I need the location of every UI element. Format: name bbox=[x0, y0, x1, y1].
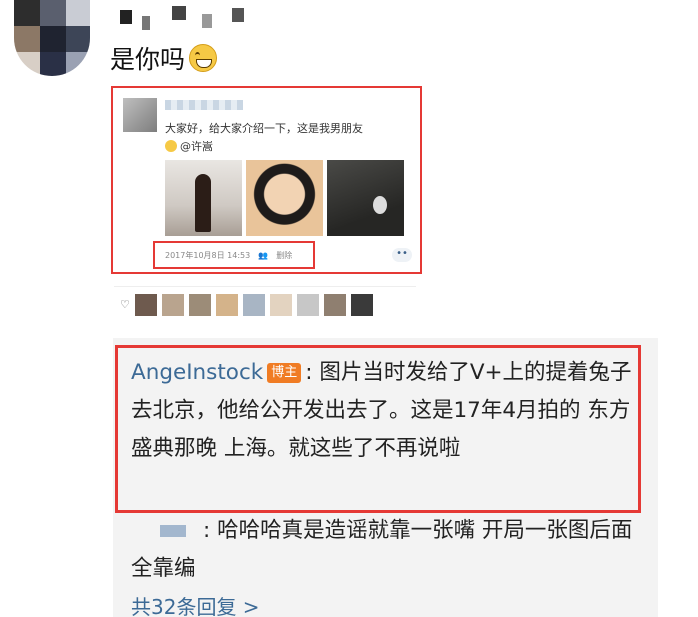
like-avatar bbox=[134, 293, 157, 316]
post-photo bbox=[246, 160, 323, 236]
embedded-post-screenshot[interactable]: 大家好，给大家介绍一下，这是我男朋友 @许嵩 2017年10月8日 14:53 … bbox=[111, 86, 422, 274]
post-timestamp: 2017年10月8日 14:53 bbox=[165, 250, 251, 260]
like-avatar bbox=[188, 293, 211, 316]
like-avatar bbox=[350, 293, 373, 316]
reply-blogger[interactable]: AngeInstock 博主: 图片当时发给了V+上的提着兔子去北京，他给公开发出… bbox=[131, 354, 636, 468]
like-avatar bbox=[323, 293, 346, 316]
like-avatar bbox=[161, 293, 184, 316]
like-avatar bbox=[215, 293, 238, 316]
grinning-face-icon bbox=[189, 44, 218, 72]
heart-icon: ♡ bbox=[120, 298, 130, 311]
post-mention: @许嵩 bbox=[180, 140, 213, 153]
post-photo bbox=[165, 160, 242, 236]
post-author-name-redacted bbox=[165, 100, 243, 110]
blogger-badge: 博主 bbox=[267, 363, 302, 383]
reply-body: : 哈哈哈真是造谣就靠一张嘴 开局一张图后面全靠编 bbox=[131, 518, 633, 581]
visibility-icon: 👥 bbox=[258, 250, 269, 260]
comment-text-row: 是你吗 bbox=[110, 40, 218, 76]
more-replies-link[interactable]: 共32条回复 > bbox=[131, 591, 260, 617]
post-delete-link: 删除 bbox=[276, 250, 293, 260]
post-mention-row: @许嵩 bbox=[165, 138, 213, 154]
post-more-button: •• bbox=[392, 248, 412, 262]
post-text: 大家好，给大家介绍一下，这是我男朋友 bbox=[165, 122, 363, 135]
post-photo bbox=[327, 160, 404, 236]
more-replies-label: 共32条回复 > bbox=[131, 595, 260, 617]
post-author-avatar bbox=[123, 98, 157, 132]
commenter-avatar[interactable] bbox=[14, 0, 90, 76]
commenter-name-redacted[interactable] bbox=[112, 6, 262, 30]
post-footer-highlight: 2017年10月8日 14:53 👥 删除 bbox=[153, 241, 315, 269]
reply-author[interactable]: AngeInstock bbox=[131, 360, 263, 385]
post-photos bbox=[165, 160, 404, 236]
reply-second[interactable]: : 哈哈哈真是造谣就靠一张嘴 开局一张图后面全靠编 bbox=[131, 512, 636, 588]
comment-text: 是你吗 bbox=[110, 45, 186, 74]
like-avatar bbox=[269, 293, 292, 316]
like-avatar bbox=[296, 293, 319, 316]
emoji-icon bbox=[165, 140, 177, 152]
likes-row: ♡ bbox=[114, 286, 416, 322]
like-avatar bbox=[242, 293, 265, 316]
